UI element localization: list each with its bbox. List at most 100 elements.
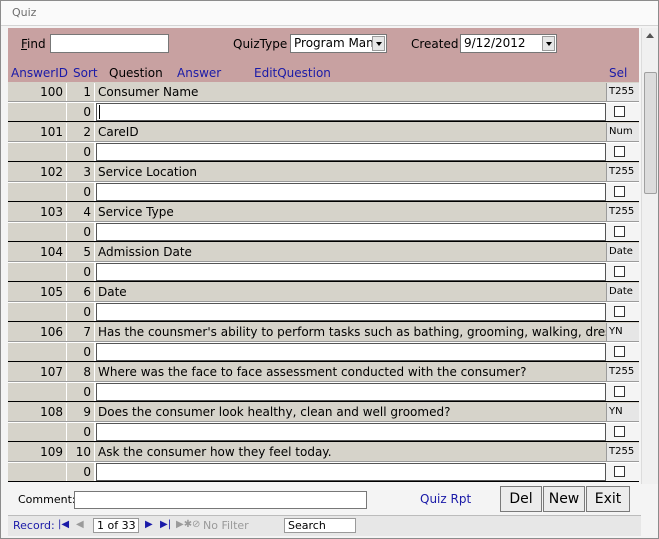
question-field[interactable]: Date [96,283,606,301]
question-field[interactable]: Consumer Name [96,83,606,101]
quiz-rpt-link[interactable]: Quiz Rpt [420,492,471,506]
created-select[interactable]: 9/12/2012 [460,34,557,53]
new-record-icon[interactable]: ▶✱ [176,519,192,530]
answer-type-field[interactable]: T255 [606,363,639,381]
sel-checkbox[interactable] [614,266,625,277]
answer-sort-field[interactable]: 0 [67,423,95,441]
sel-checkbox[interactable] [614,386,625,397]
question-field[interactable]: Service Location [96,163,606,181]
sel-checkbox[interactable] [614,146,625,157]
answer-sort-field[interactable]: 0 [67,343,95,361]
new-button[interactable]: New [543,486,585,512]
answer-id-field[interactable]: 109 [8,443,67,461]
question-field[interactable]: Admission Date [96,243,606,261]
sel-checkbox[interactable] [614,466,625,477]
answer-input[interactable] [96,223,606,241]
quiztype-select[interactable]: Program Man [290,34,387,53]
question-field[interactable]: Ask the consumer how they feel today. [96,443,606,461]
sel-checkbox[interactable] [614,106,625,117]
sel-checkbox[interactable] [614,186,625,197]
col-answerid[interactable]: AnswerID [11,66,68,80]
answer-input[interactable] [96,103,606,121]
exit-button[interactable]: Exit [586,486,630,512]
answer-id-field[interactable]: 101 [8,123,67,141]
sort-field[interactable]: 2 [67,123,95,141]
sort-field[interactable]: 4 [67,203,95,221]
sort-field[interactable]: 8 [67,363,95,381]
vertical-scrollbar[interactable] [641,28,658,484]
sort-field[interactable]: 5 [67,243,95,261]
answer-id-field[interactable]: 105 [8,283,67,301]
find-input[interactable] [50,34,169,53]
next-record-icon[interactable]: ▶ [145,519,153,530]
col-sel[interactable]: Sel [609,66,627,80]
answer-id-field[interactable]: 106 [8,323,67,341]
answer-input[interactable] [96,463,606,481]
answer-id-field[interactable]: 104 [8,243,67,261]
sort-field[interactable]: 10 [67,443,95,461]
search-input[interactable]: Search [284,518,356,533]
answer-id-field[interactable]: 108 [8,403,67,421]
comment-input[interactable] [74,491,367,509]
filter-icon[interactable]: ⊘ [192,519,200,530]
col-answer[interactable]: Answer [177,66,221,80]
answer-type-field[interactable]: T255 [606,83,639,101]
answer-input[interactable] [96,343,606,361]
col-sort[interactable]: Sort [73,66,98,80]
answer-type-field[interactable]: Num [606,123,639,141]
question-field[interactable]: Has the counsmer's ability to perform ta… [96,323,606,341]
sort-field[interactable]: 6 [67,283,95,301]
answer-type-field[interactable]: T255 [606,163,639,181]
question-field[interactable]: Where was the face to face assessment co… [96,363,606,381]
last-record-icon[interactable]: ▶| [160,519,171,530]
answer-type-field[interactable]: T255 [606,443,639,461]
answer-input[interactable] [96,423,606,441]
question-field[interactable]: CareID [96,123,606,141]
answer-sort-field[interactable]: 0 [67,383,95,401]
sel-checkbox[interactable] [614,306,625,317]
del-button[interactable]: Del [500,486,542,512]
answer-input[interactable] [96,263,606,281]
answer-sort-field[interactable]: 0 [67,143,95,161]
answer-row-spacer [8,423,67,441]
answer-sort-field[interactable]: 0 [67,463,95,481]
answer-type-field[interactable]: YN [606,323,639,341]
answer-id-field[interactable]: 100 [8,83,67,101]
sort-field[interactable]: 9 [67,403,95,421]
answer-input[interactable] [96,183,606,201]
sort-field[interactable]: 7 [67,323,95,341]
answer-sort-field[interactable]: 0 [67,223,95,241]
new-button-label: New [548,491,580,507]
answer-type-field[interactable]: T255 [606,203,639,221]
answer-sort-field[interactable]: 0 [67,183,95,201]
scroll-thumb[interactable] [644,72,657,194]
answer-id-field[interactable]: 102 [8,163,67,181]
question-field[interactable]: Service Type [96,203,606,221]
answer-sort-field[interactable]: 0 [67,303,95,321]
answer-row-spacer [8,103,67,121]
sel-checkbox[interactable] [614,346,625,357]
sel-checkbox[interactable] [614,426,625,437]
scroll-up-icon[interactable] [642,28,658,44]
sel-checkbox[interactable] [614,226,625,237]
answer-type-field[interactable]: Date [606,243,639,261]
answer-sort-field[interactable]: 0 [67,263,95,281]
answer-sort-field[interactable]: 0 [67,103,95,121]
sort-field[interactable]: 3 [67,163,95,181]
previous-record-icon[interactable]: ◀ [76,519,84,530]
answer-input[interactable] [96,383,606,401]
chevron-down-icon[interactable] [542,36,555,51]
first-record-icon[interactable]: |◀ [58,519,69,530]
question-field[interactable]: Does the consumer look healthy, clean an… [96,403,606,421]
answer-id-field[interactable]: 103 [8,203,67,221]
answer-type-field[interactable]: YN [606,403,639,421]
answer-type-field[interactable]: Date [606,283,639,301]
answer-input[interactable] [96,143,606,161]
answer-input[interactable] [96,303,606,321]
chevron-down-icon[interactable] [372,36,385,51]
record-position-input[interactable]: 1 of 33 [93,518,139,533]
no-filter-button[interactable]: No Filter [203,519,249,532]
col-editquestion[interactable]: EditQuestion [254,66,331,80]
answer-id-field[interactable]: 107 [8,363,67,381]
sort-field[interactable]: 1 [67,83,95,101]
